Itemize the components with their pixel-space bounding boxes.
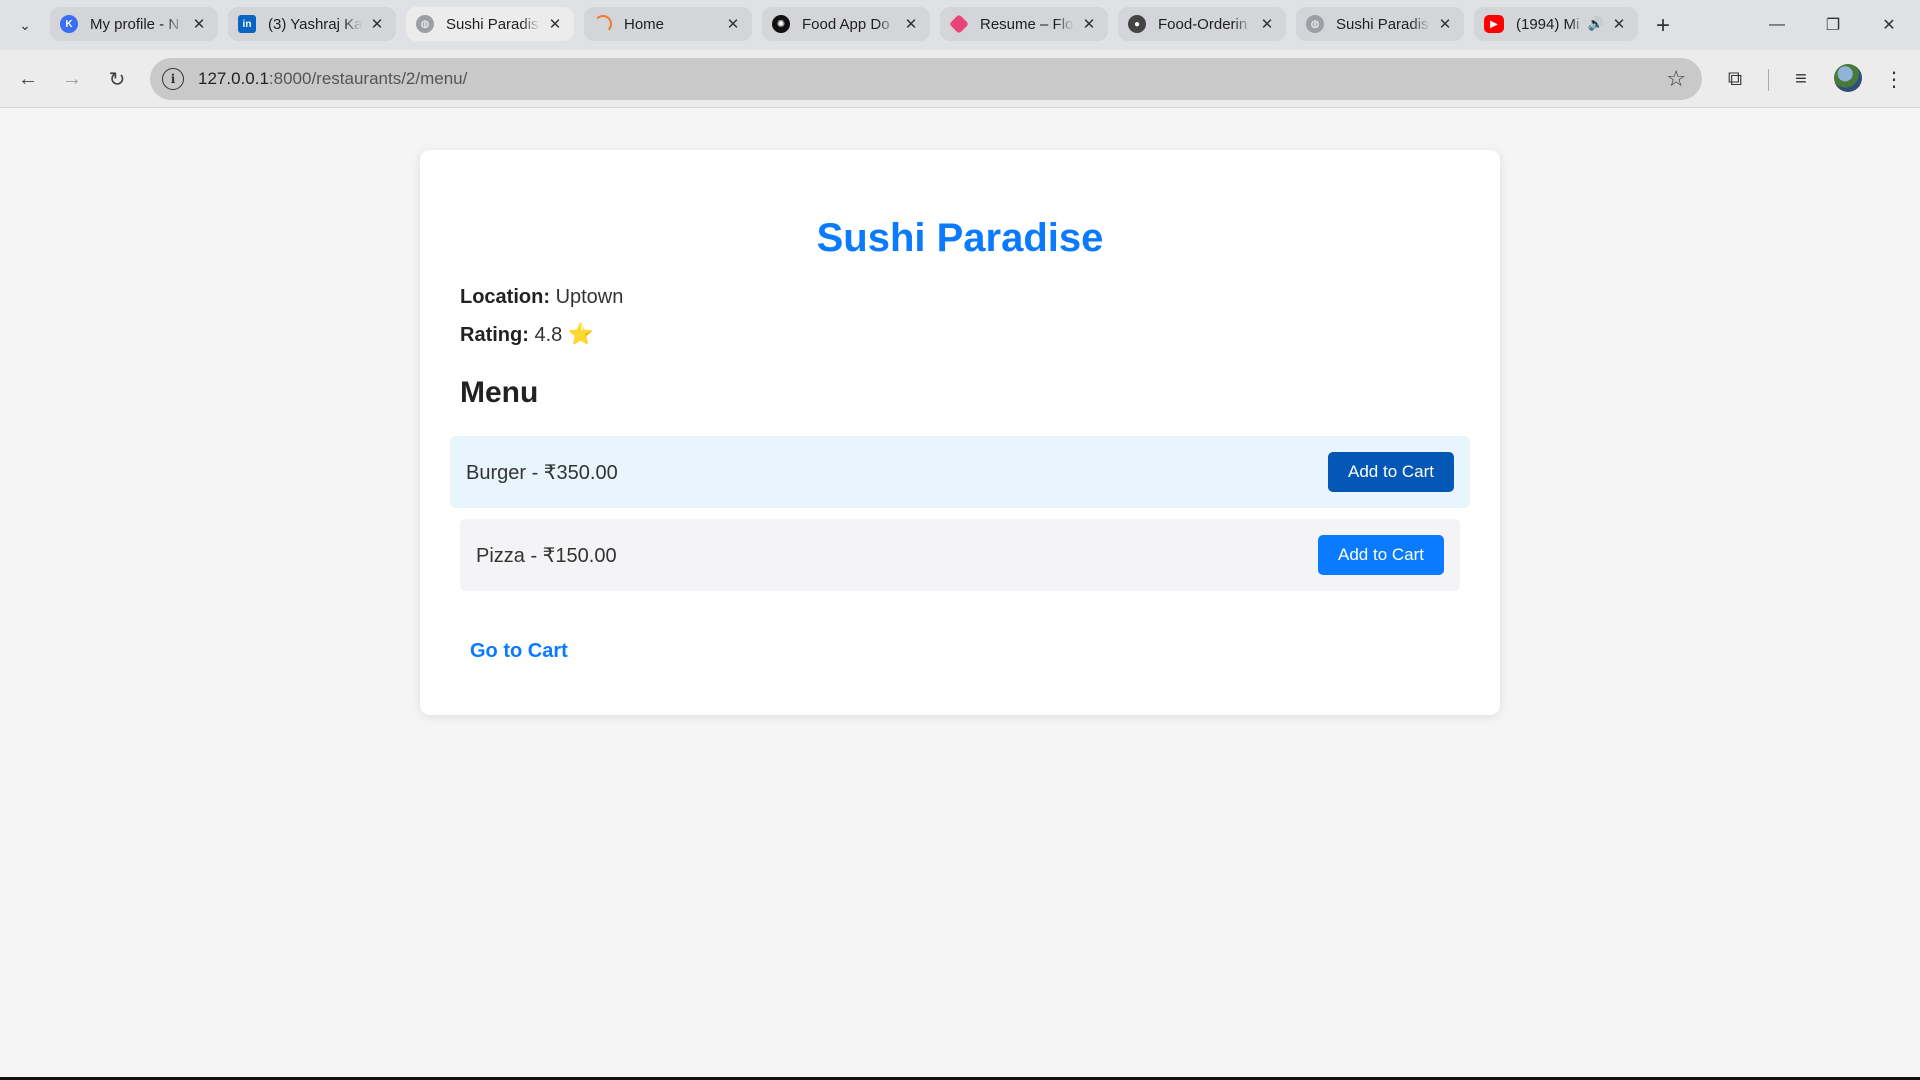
tab-resume[interactable]: Resume – Flo ✕	[940, 7, 1108, 41]
url-text[interactable]: 127.0.0.1:8000/restaurants/2/menu/	[198, 69, 1666, 89]
tab-title: My profile - N	[90, 15, 180, 33]
menu-kebab-icon[interactable]: ⋮	[1878, 63, 1910, 95]
reload-icon[interactable]: ↻	[101, 63, 133, 95]
add-to-cart-button[interactable]: Add to Cart	[1328, 452, 1454, 492]
close-icon[interactable]: ✕	[546, 15, 564, 33]
menu-item-pizza: Pizza - ₹150.00 Add to Cart	[460, 519, 1460, 591]
menu-item-label: Burger - ₹350.00	[466, 461, 618, 484]
menu-item-label: Pizza - ₹150.00	[476, 544, 617, 567]
close-icon[interactable]: ✕	[1258, 15, 1276, 33]
close-icon[interactable]: ✕	[190, 15, 208, 33]
tab-title: Food-Orderin	[1158, 15, 1248, 33]
flowcv-icon	[949, 14, 969, 34]
close-icon[interactable]: ✕	[1436, 15, 1454, 33]
back-arrow-icon[interactable]: ←	[12, 63, 44, 95]
tab-title: Sushi Paradise	[446, 15, 540, 33]
minimize-icon[interactable]: —	[1754, 8, 1800, 42]
close-icon[interactable]: ✕	[1080, 15, 1098, 33]
close-icon[interactable]: ✕	[368, 15, 386, 33]
star-icon: ⭐	[567, 323, 594, 346]
k-favicon-icon: K	[60, 15, 78, 33]
tab-github[interactable]: ● Food-Orderin ✕	[1118, 7, 1286, 41]
linkedin-icon: in	[238, 15, 256, 33]
extensions-puzzle-icon[interactable]: ⧉	[1719, 63, 1751, 95]
tab-sushi-paradise[interactable]: ◍ Sushi Paradise ✕	[1296, 7, 1464, 41]
tab-title: (3) Yashraj Ka	[268, 15, 362, 33]
tab-linkedin[interactable]: in (3) Yashraj Ka ✕	[228, 7, 396, 41]
tab-title: Home	[624, 15, 665, 33]
location-label: Location:	[460, 286, 550, 308]
youtube-icon: ▶	[1484, 15, 1504, 33]
media-control-icon[interactable]: ≡	[1785, 63, 1817, 95]
rating-value: 4.8	[534, 324, 563, 346]
globe-icon: ◍	[1306, 15, 1324, 33]
go-to-cart-link[interactable]: Go to Cart	[470, 640, 568, 663]
loading-spinner-icon	[594, 15, 612, 33]
tab-title: Food App Do	[802, 15, 890, 33]
rating-line: Rating: 4.8 ⭐	[460, 323, 594, 347]
tab-youtube[interactable]: ▶ (1994) Mi 🔊 ✕	[1474, 7, 1638, 41]
add-to-cart-button[interactable]: Add to Cart	[1318, 535, 1444, 575]
browser-toolbar: ← → ↻ i 127.0.0.1:8000/restaurants/2/men…	[0, 50, 1920, 108]
menu-item-burger: Burger - ₹350.00 Add to Cart	[450, 436, 1470, 508]
restaurant-name: Sushi Paradise	[816, 216, 1104, 260]
bookmark-star-icon[interactable]: ☆	[1666, 66, 1686, 92]
github-icon: ●	[1128, 15, 1146, 33]
tab-sushi-paradise-active[interactable]: ◍ Sushi Paradise ✕	[406, 7, 574, 41]
close-icon[interactable]: ✕	[724, 15, 742, 33]
close-icon[interactable]: ✕	[1610, 15, 1628, 33]
profile-avatar[interactable]	[1834, 64, 1862, 92]
restore-icon[interactable]: ❐	[1810, 8, 1856, 42]
rating-label: Rating:	[460, 324, 529, 346]
location-value: Uptown	[555, 286, 624, 308]
page-viewport: Sushi Paradise Location: Uptown Rating: …	[0, 108, 1920, 1077]
tab-search-chevron-icon[interactable]: ⌄	[12, 12, 38, 38]
tab-strip: ⌄ K My profile - N ✕ in (3) Yashraj Ka ✕…	[0, 0, 1920, 50]
toolbar-divider	[1768, 69, 1769, 91]
new-tab-button[interactable]: +	[1648, 11, 1678, 41]
close-icon[interactable]: ✕	[902, 15, 920, 33]
menu-heading: Menu	[460, 376, 539, 409]
openai-icon: ✺	[772, 15, 790, 33]
tab-title: Resume – Flo	[980, 15, 1074, 33]
url-host: 127.0.0.1	[198, 69, 269, 88]
tab-food-app-doc[interactable]: ✺ Food App Do ✕	[762, 7, 930, 41]
tab-home[interactable]: Home ✕	[584, 7, 752, 41]
site-info-icon[interactable]: i	[162, 68, 184, 90]
tab-title: (1994) Mi	[1516, 15, 1580, 33]
speaker-icon[interactable]: 🔊	[1588, 16, 1604, 32]
tab-title: Sushi Paradise	[1336, 15, 1430, 33]
close-window-icon[interactable]: ✕	[1866, 8, 1912, 42]
globe-icon: ◍	[416, 15, 434, 33]
tab-my-profile[interactable]: K My profile - N ✕	[50, 7, 218, 41]
location-line: Location: Uptown	[460, 286, 623, 309]
forward-arrow-icon[interactable]: →	[56, 63, 88, 95]
url-path: :8000/restaurants/2/menu/	[268, 69, 468, 88]
address-bar[interactable]: i 127.0.0.1:8000/restaurants/2/menu/ ☆	[150, 58, 1702, 100]
restaurant-card: Sushi Paradise Location: Uptown Rating: …	[420, 150, 1500, 715]
